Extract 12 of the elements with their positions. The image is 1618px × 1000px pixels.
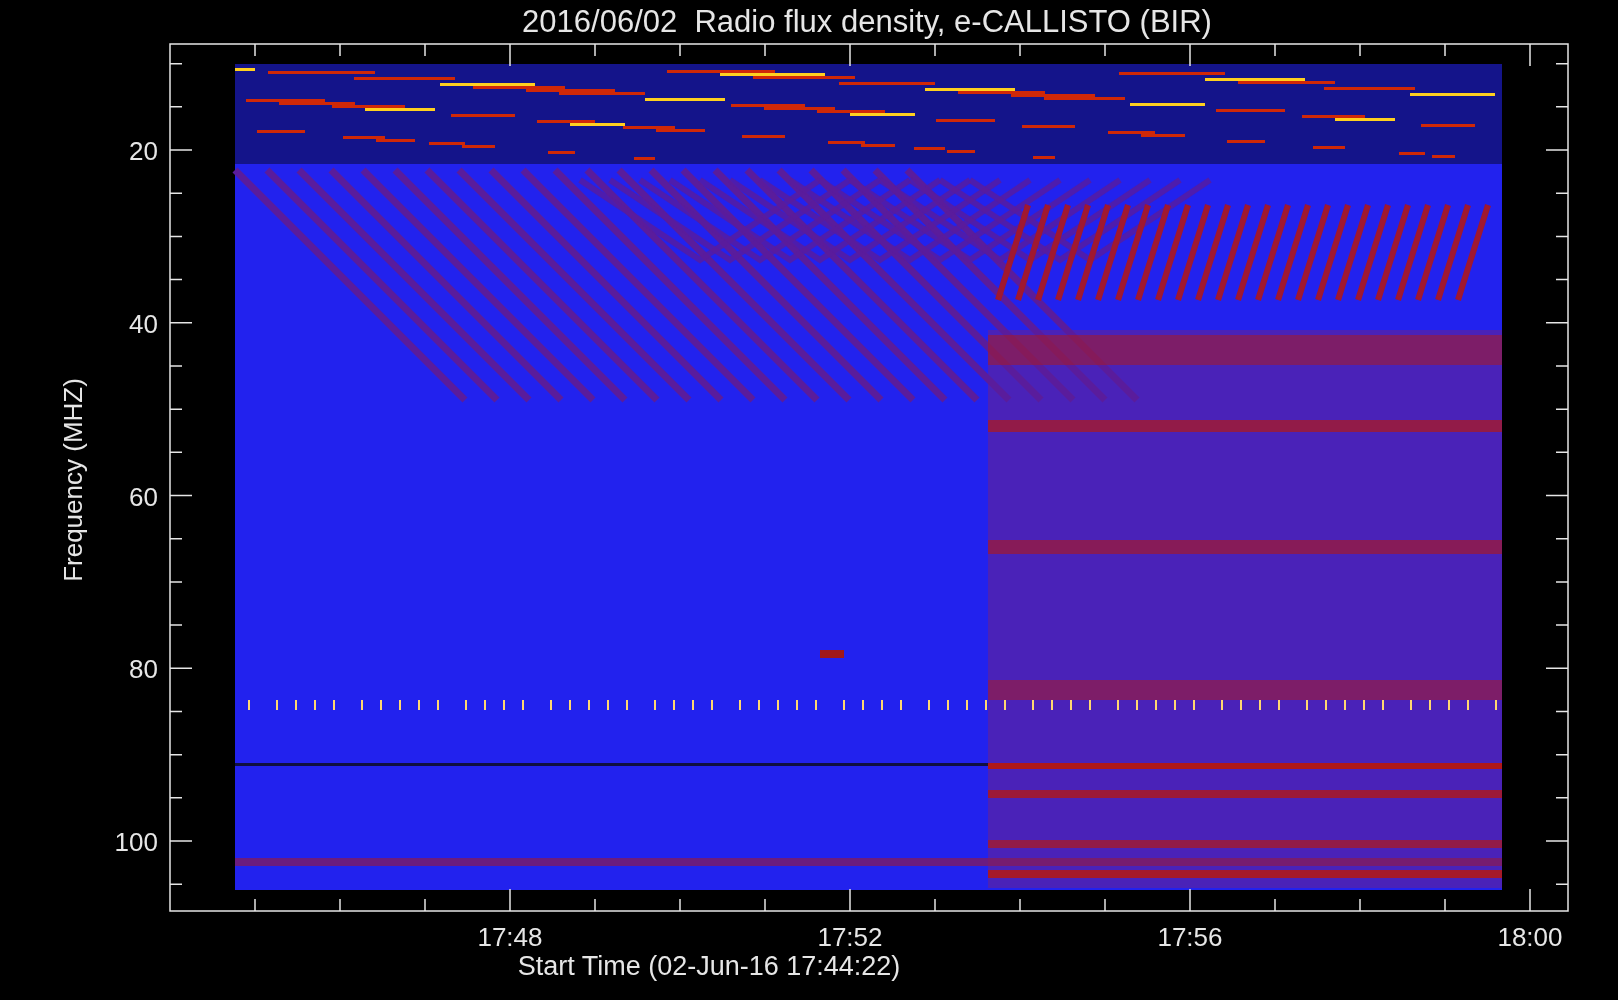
x-tick-label: 17:48 (477, 922, 543, 952)
x-tick-label: 17:52 (817, 922, 883, 952)
x-axis-label: Start Time (02-Jun-16 17:44:22) (517, 951, 901, 981)
y-tick-label: 20 (129, 136, 158, 166)
y-tick-label: 40 (129, 308, 158, 339)
x-tick-label: 17:56 (1157, 922, 1223, 952)
y-tick-label: 100 (114, 827, 158, 857)
chart-title: 2016/06/02 Radio flux density, e-CALLISTO (BIR) (522, 4, 1212, 39)
y-tick-label: 80 (129, 654, 158, 685)
x-tick-label: 18:00 (1497, 922, 1563, 952)
y-axis-label: Frequency (MHZ) (58, 378, 88, 582)
y-tick-label: 60 (129, 481, 158, 512)
